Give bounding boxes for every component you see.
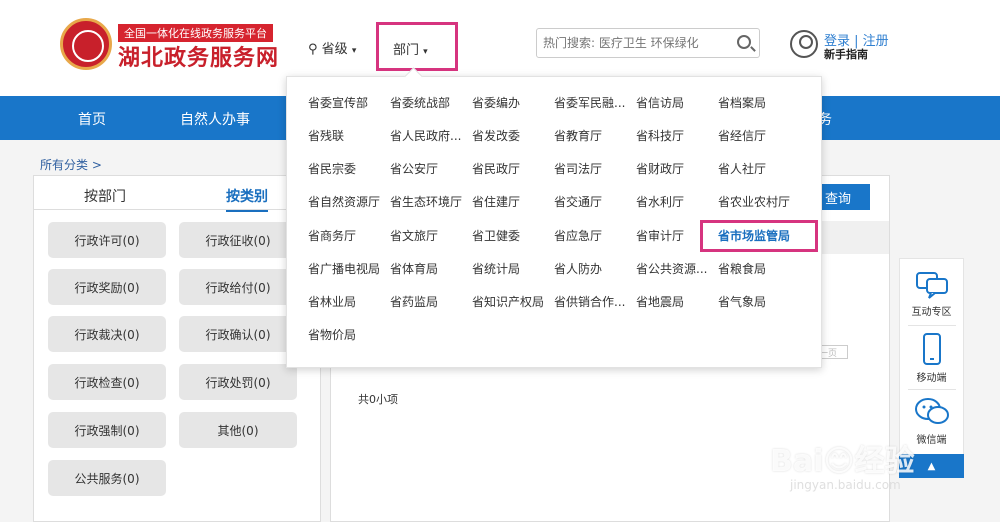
dept-item[interactable]: 省财政厅 <box>636 160 684 177</box>
help-link[interactable]: 新手指南 <box>824 46 868 62</box>
sidebar-divider <box>908 325 956 326</box>
sidebar-label: 移动端 <box>916 373 947 384</box>
province-selector[interactable]: ⚲ 省级 ▾ <box>308 38 356 57</box>
page: 全国一体化在线政务服务平台 湖北政务服务网 ⚲ 省级 ▾ 部门 ▾ 登录 | 注… <box>0 0 1000 522</box>
category-item[interactable]: 公共服务(0) <box>48 460 166 496</box>
category-item[interactable]: 其他(0) <box>179 412 297 448</box>
dept-item[interactable]: 省教育厅 <box>554 127 602 144</box>
dept-selector[interactable]: 部门 ▾ <box>393 39 428 58</box>
dept-item[interactable]: 省文旅厅 <box>390 227 438 244</box>
dept-item[interactable]: 省公共资源... <box>636 260 707 277</box>
sidebar-interaction[interactable]: 互动专区 <box>900 269 963 318</box>
dept-item[interactable]: 省委宣传部 <box>308 94 368 111</box>
sidebar-label: 互动专区 <box>911 307 952 318</box>
category-item[interactable]: 行政处罚(0) <box>179 364 297 400</box>
dept-item[interactable]: 省住建厅 <box>472 193 520 210</box>
dept-item[interactable]: 省供销合作... <box>554 293 625 310</box>
breadcrumb[interactable]: 所有分类 > <box>40 156 102 173</box>
search-input[interactable] <box>537 29 722 57</box>
dept-item[interactable]: 省物价局 <box>308 326 356 343</box>
dept-item[interactable]: 省交通厅 <box>554 193 602 210</box>
site-title[interactable]: 湖北政务服务网 <box>118 40 279 72</box>
search-icon[interactable] <box>737 35 751 49</box>
search-box <box>536 28 760 58</box>
dept-item[interactable]: 省知识产权局 <box>472 293 544 310</box>
dept-item[interactable]: 省审计厅 <box>636 227 684 244</box>
watermark-logo: Bai😊经验 <box>770 444 915 479</box>
dept-item[interactable]: 省信访局 <box>636 94 684 111</box>
dept-item[interactable]: 省委编办 <box>472 94 520 111</box>
dept-item[interactable]: 省气象局 <box>718 293 766 310</box>
dept-item[interactable]: 省公安厅 <box>390 160 438 177</box>
dept-item[interactable]: 省人防办 <box>554 260 602 277</box>
sidebar-mobile[interactable]: 移动端 <box>900 333 963 384</box>
category-item[interactable]: 行政征收(0) <box>179 222 297 258</box>
sidebar-label: 微信端 <box>916 435 947 446</box>
dept-item[interactable]: 省民宗委 <box>308 160 356 177</box>
category-item[interactable]: 行政确认(0) <box>179 316 297 352</box>
caret-down-icon: ▾ <box>423 47 428 57</box>
tab-by-department[interactable]: 按部门 <box>84 186 126 206</box>
dept-item[interactable]: 省人民政府... <box>390 127 461 144</box>
mobile-phone-icon <box>922 333 941 365</box>
dept-item[interactable]: 省卫健委 <box>472 227 520 244</box>
chat-bubbles-icon <box>915 272 948 299</box>
dept-item[interactable]: 省体育局 <box>390 260 438 277</box>
dept-item[interactable]: 省农业农村厅 <box>718 193 790 210</box>
dept-item[interactable]: 省地震局 <box>636 293 684 310</box>
dept-item[interactable]: 省人社厅 <box>718 160 766 177</box>
watermark-url: jingyan.baidu.com <box>790 478 901 492</box>
wechat-icon <box>914 398 949 424</box>
dept-item[interactable]: 省经信厅 <box>718 127 766 144</box>
category-item[interactable]: 行政给付(0) <box>179 269 297 305</box>
dept-item[interactable]: 省广播电视局 <box>308 260 380 277</box>
dept-item[interactable]: 省药监局 <box>390 293 438 310</box>
dept-item[interactable]: 省生态环境厅 <box>390 193 462 210</box>
dept-label: 部门 <box>393 43 420 58</box>
dept-item[interactable]: 省统计局 <box>472 260 520 277</box>
dept-item[interactable]: 省司法厅 <box>554 160 602 177</box>
dept-item[interactable]: 省档案局 <box>718 94 766 111</box>
dept-item[interactable]: 省委统战部 <box>390 94 450 111</box>
dept-item[interactable]: 省自然资源厅 <box>308 193 380 210</box>
user-avatar-icon[interactable] <box>790 30 818 58</box>
dept-item[interactable]: 省科技厅 <box>636 127 684 144</box>
sidebar-divider <box>908 389 956 390</box>
dept-item[interactable]: 省商务厅 <box>308 227 356 244</box>
category-panel: 按部门 按类别 行政许可(0) 行政征收(0) 行政奖励(0) 行政给付(0) … <box>33 175 321 522</box>
category-item[interactable]: 行政裁决(0) <box>48 316 166 352</box>
dept-item[interactable]: 省水利厅 <box>636 193 684 210</box>
dept-item[interactable]: 省应急厅 <box>554 227 602 244</box>
result-count: 共0小项 <box>358 393 398 406</box>
dept-item[interactable]: 省民政厅 <box>472 160 520 177</box>
category-item[interactable]: 行政强制(0) <box>48 412 166 448</box>
nav-home[interactable]: 首页 <box>78 109 106 129</box>
category-item[interactable]: 行政奖励(0) <box>48 269 166 305</box>
dept-item[interactable]: 省残联 <box>308 127 344 144</box>
category-item[interactable]: 行政许可(0) <box>48 222 166 258</box>
logo-icon[interactable] <box>60 18 112 70</box>
dept-item[interactable]: 省发改委 <box>472 127 520 144</box>
location-pin-icon: ⚲ <box>308 42 318 57</box>
dept-item[interactable]: 省林业局 <box>308 293 356 310</box>
caret-down-icon: ▾ <box>351 46 357 56</box>
category-item[interactable]: 行政检查(0) <box>48 364 166 400</box>
nav-individual[interactable]: 自然人办事 <box>180 109 250 129</box>
dept-item[interactable]: 省委军民融... <box>554 94 625 111</box>
dept-item[interactable]: 省市场监管局 <box>718 227 790 244</box>
pager-partial[interactable]: 一页 <box>818 345 848 359</box>
tab-divider <box>34 209 320 210</box>
province-label: 省级 <box>321 42 348 57</box>
dept-item[interactable]: 省粮食局 <box>718 260 766 277</box>
